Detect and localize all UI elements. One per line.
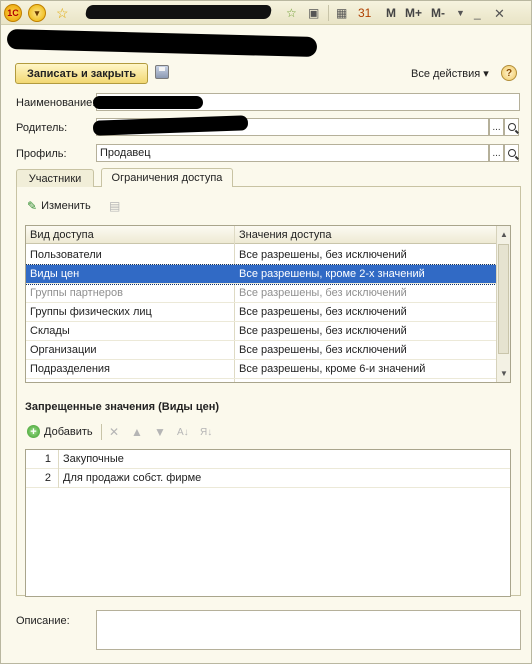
table-row[interactable]: 1 Закупочные <box>26 450 510 469</box>
cell-kind: Склады <box>30 325 70 337</box>
delete-icon[interactable]: ✕ <box>109 424 119 440</box>
favorites-icon[interactable]: ☆ <box>286 5 297 21</box>
scroll-down-icon[interactable]: ▼ <box>500 369 508 378</box>
name-label: Наименование: <box>16 97 96 109</box>
tab-access-restrictions[interactable]: Ограничения доступа <box>101 168 233 187</box>
parent-label: Родитель: <box>16 122 68 134</box>
star-icon[interactable]: ☆ <box>56 5 69 22</box>
row-number: 2 <box>44 472 51 484</box>
close-icon[interactable]: ✕ <box>494 6 505 22</box>
cell-kind: Группы партнеров <box>30 287 123 299</box>
table-row[interactable]: Виды цен Все разрешены, кроме 2-х значени… <box>26 264 497 285</box>
table-row[interactable]: Группы партнеров Все разрешены, без исклю… <box>26 284 496 303</box>
column-header-kind[interactable]: Вид доступа <box>30 229 94 241</box>
cell-values: Все разрешены, без исключений <box>239 306 407 318</box>
edit-button[interactable]: Изменить <box>41 200 91 212</box>
profile-select-button[interactable]: ... <box>489 144 504 162</box>
move-up-icon[interactable]: ▲ <box>131 424 143 440</box>
toolbar-separator <box>101 424 102 440</box>
memory-minus-button[interactable]: M- <box>431 6 445 20</box>
memory-plus-button[interactable]: M+ <box>405 6 422 20</box>
parent-open-button[interactable] <box>504 118 519 136</box>
row-number: 1 <box>44 453 51 465</box>
description-label: Описание: <box>16 615 70 627</box>
profile-open-button[interactable] <box>504 144 519 162</box>
cell-kind: Виды цен <box>30 268 80 280</box>
access-table: Вид доступа Значения доступа Пользовател… <box>25 225 511 383</box>
scroll-thumb[interactable] <box>498 244 509 354</box>
memory-m-button[interactable]: M <box>386 6 396 20</box>
form-window: 1С ▾ ☆ ☆ ▣ ▦ 31 M M+ M- ▼ _ ✕ Записать и… <box>0 0 532 664</box>
sort-descending-icon[interactable]: Я↓ <box>200 424 212 440</box>
title-bar: 1С ▾ ☆ ☆ ▣ ▦ 31 M M+ M- ▼ _ ✕ <box>1 1 531 25</box>
cell-values: Все разрешены, кроме 6-и значений <box>239 363 426 375</box>
tab-participants[interactable]: Участники <box>16 169 94 187</box>
minimize-icon[interactable]: _ <box>474 5 481 21</box>
cell-values: Все разрешены, кроме 2-х значений <box>239 268 425 280</box>
table-header: Вид доступа Значения доступа <box>26 226 496 244</box>
table-row[interactable]: Пользователи Все разрешены, без исключени… <box>26 246 496 265</box>
parent-select-button[interactable]: ... <box>489 118 504 136</box>
column-divider <box>58 450 59 469</box>
calculator-icon[interactable]: ▦ <box>336 5 347 21</box>
scroll-up-icon[interactable]: ▲ <box>500 230 508 239</box>
toolbar-separator <box>328 5 329 21</box>
table-row[interactable]: Склады Все разрешены, без исключений <box>26 322 496 341</box>
access-toolbar: ✎ Изменить <box>27 199 91 213</box>
cell-kind: Группы физических лиц <box>30 306 152 318</box>
help-icon[interactable]: ? <box>501 65 517 81</box>
table-row[interactable]: Подразделения Все разрешены, кроме 6-и зн… <box>26 360 496 379</box>
search-icon <box>507 123 516 131</box>
save-disabled-icon: ▤ <box>109 199 121 213</box>
profile-field[interactable]: Продавец <box>96 144 489 162</box>
profile-label: Профиль: <box>16 148 67 160</box>
add-icon: + <box>27 425 40 438</box>
cell-values: Все разрешены, без исключений <box>239 287 407 299</box>
add-button[interactable]: Добавить <box>44 426 93 438</box>
forbidden-values-table: 1 Закупочные 2 Для продажи собст. фирме <box>25 449 511 597</box>
table-row[interactable]: Организации Все разрешены, без исключений <box>26 341 496 360</box>
table-row[interactable]: Группы физических лиц Все разрешены, без … <box>26 303 496 322</box>
redacted-name <box>93 96 203 109</box>
cell-value: Для продажи собст. фирме <box>63 472 202 484</box>
cell-values: Все разрешены, без исключений <box>239 325 407 337</box>
column-divider <box>58 469 59 488</box>
move-down-icon[interactable]: ▼ <box>154 424 166 440</box>
save-icon[interactable] <box>155 65 169 79</box>
sort-ascending-icon[interactable]: A↓ <box>177 424 189 440</box>
column-header-values[interactable]: Значения доступа <box>239 229 331 241</box>
save-and-close-button[interactable]: Записать и закрыть <box>15 63 148 84</box>
calendar-icon[interactable]: 31 <box>358 5 371 21</box>
description-field[interactable] <box>96 610 521 650</box>
forbidden-values-title: Запрещенные значения (Виды цен) <box>25 401 220 413</box>
search-icon <box>507 149 516 157</box>
main-menu-icon[interactable]: ▾ <box>28 4 46 22</box>
dropdown-icon[interactable]: ▼ <box>456 5 465 21</box>
logo-icon[interactable]: 1С <box>4 4 22 22</box>
cell-kind: Пользователи <box>30 249 102 261</box>
redacted-form-title <box>6 28 318 58</box>
cell-values: Все разрешены, без исключений <box>239 344 407 356</box>
pencil-icon: ✎ <box>27 199 38 213</box>
cell-kind: Подразделения <box>30 363 110 375</box>
history-icon[interactable]: ▣ <box>308 5 319 21</box>
scrollbar[interactable]: ▲ ▼ <box>496 226 510 382</box>
redacted-title <box>84 5 273 19</box>
cell-kind: Организации <box>30 344 97 356</box>
all-actions-menu[interactable]: Все действия ▾ <box>411 67 489 80</box>
cell-values: Все разрешены, без исключений <box>239 249 407 261</box>
forbidden-toolbar: + Добавить <box>27 425 93 438</box>
table-row[interactable]: 2 Для продажи собст. фирме <box>26 469 510 488</box>
cell-value: Закупочные <box>63 453 124 465</box>
